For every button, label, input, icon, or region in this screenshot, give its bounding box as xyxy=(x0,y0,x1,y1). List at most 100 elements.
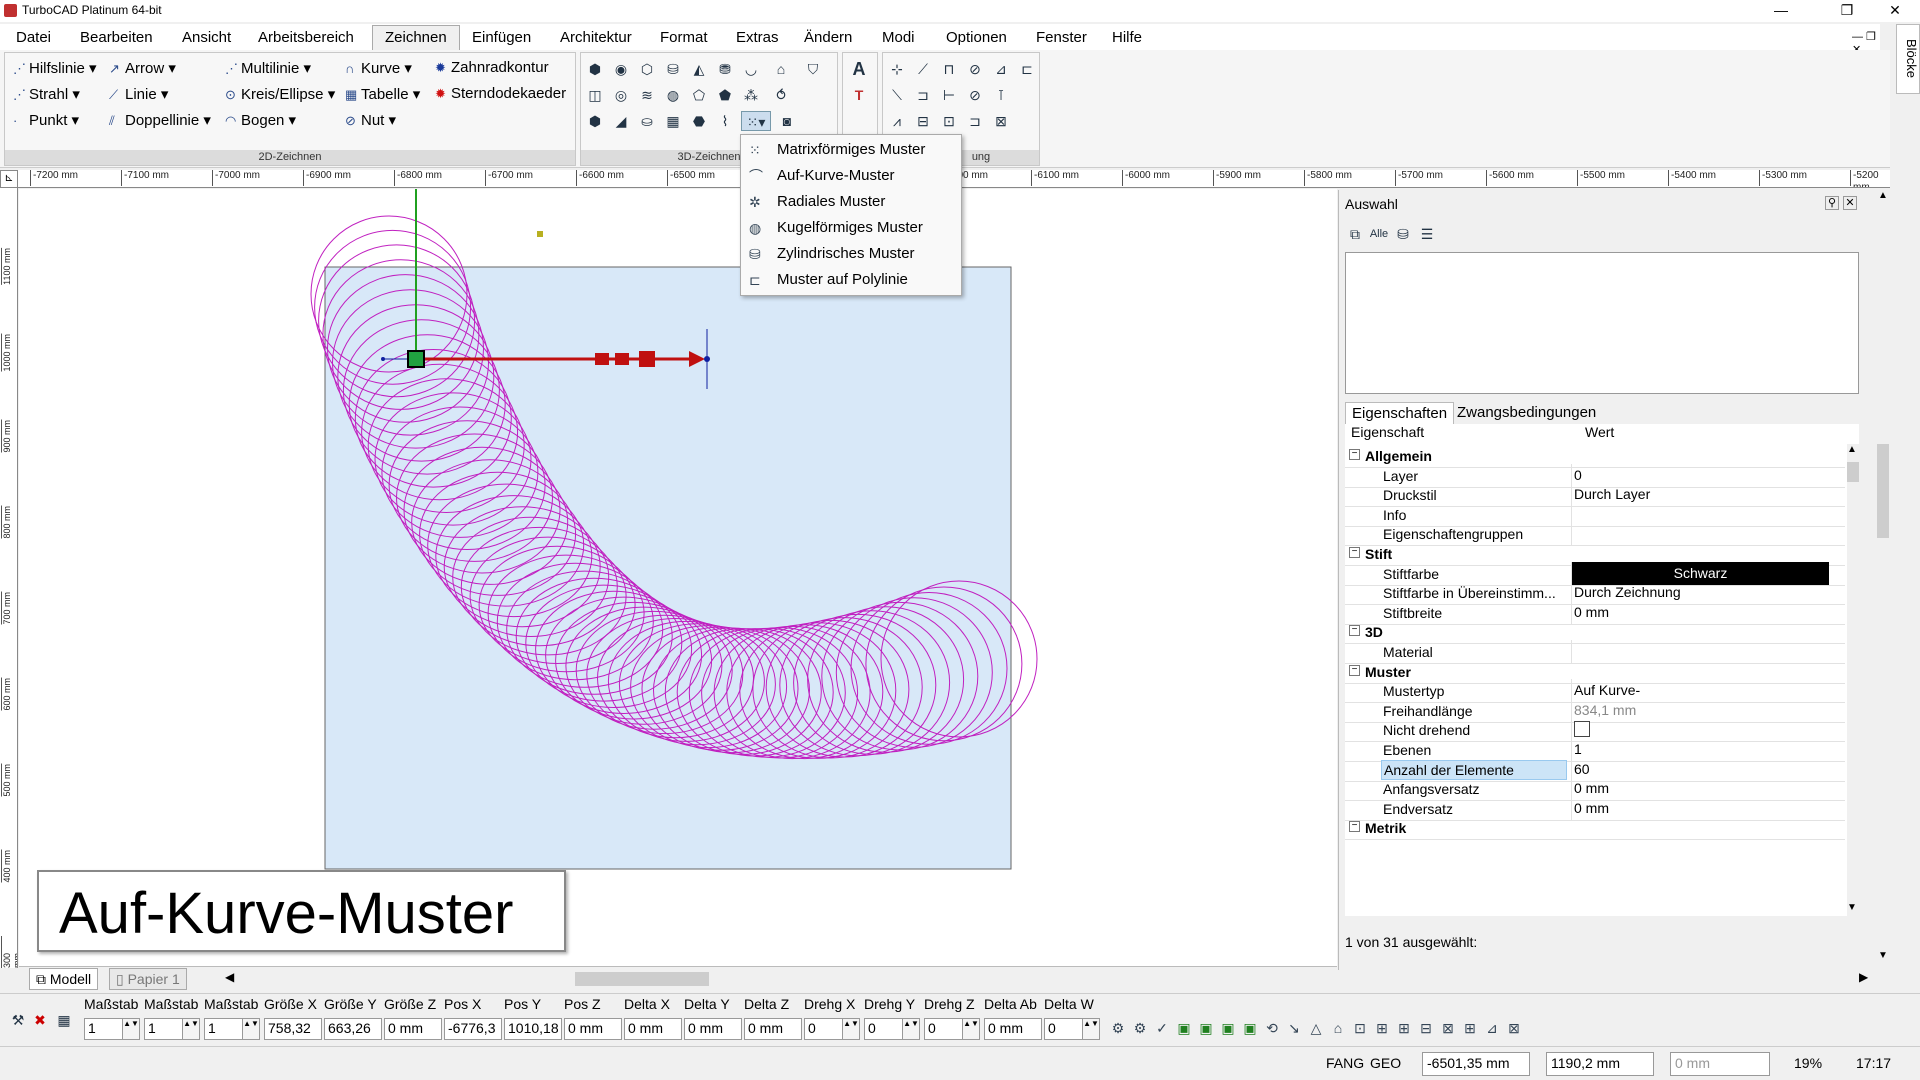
ball-icon[interactable]: ◍ xyxy=(663,85,683,105)
extrude-icon[interactable]: ⛃ xyxy=(715,59,735,79)
coord-input[interactable]: 1 xyxy=(204,1018,244,1040)
dim-2-icon[interactable]: ⟋ xyxy=(913,59,933,79)
select-filter-icon[interactable]: ⧉ xyxy=(1345,224,1365,244)
coord-input[interactable]: 1 xyxy=(84,1018,124,1040)
maximize-button[interactable]: ❐ xyxy=(1824,0,1870,22)
coord-tool-icon[interactable]: ⊟ xyxy=(1416,1018,1436,1038)
coord-input[interactable]: 0 mm xyxy=(624,1018,682,1040)
grid-scroll-down-icon[interactable]: ▼ xyxy=(1847,902,1857,913)
coord-tool-icon[interactable]: ⊠ xyxy=(1438,1018,1458,1038)
pattern-menu-item[interactable]: ⛁ Zylindrisches Muster xyxy=(741,241,961,267)
dim-1-icon[interactable]: ⊹ xyxy=(887,59,907,79)
dim-12-icon[interactable]: ⩘ xyxy=(887,111,907,131)
table-mode-icon[interactable]: ▦ xyxy=(54,1010,74,1030)
sweep-icon[interactable]: ⥀ xyxy=(771,85,791,105)
hscroll-right-icon[interactable]: ▶ xyxy=(1859,970,1868,984)
wedge-icon[interactable]: ◭ xyxy=(689,59,709,79)
status-fang[interactable]: FANG xyxy=(1326,1055,1364,1071)
tab-modell[interactable]: ⧉ Modell xyxy=(29,968,99,990)
close-button[interactable]: ✕ xyxy=(1872,0,1918,22)
coord-input[interactable]: 0 mm xyxy=(684,1018,742,1040)
dim-8-icon[interactable]: ⊐ xyxy=(913,85,933,105)
dim-15-icon[interactable]: ⊐ xyxy=(965,111,985,131)
dim-14-icon[interactable]: ⊡ xyxy=(939,111,959,131)
hilfslinie-button[interactable]: ⋰ Hilfslinie ▾ xyxy=(13,59,97,77)
spring-icon[interactable]: ⌇ xyxy=(715,111,735,131)
revolve-icon[interactable]: ◡ xyxy=(741,59,761,79)
stairs-icon[interactable]: ≋ xyxy=(637,85,657,105)
panel-pin-icon[interactable]: ⚲ xyxy=(1825,196,1839,210)
box-icon[interactable]: ⬢ xyxy=(585,59,605,79)
coord-tool-icon[interactable]: ▣ xyxy=(1218,1018,1238,1038)
menu-hilfe[interactable]: Hilfe xyxy=(1112,29,1142,46)
grid-scroll-thumb[interactable] xyxy=(1847,462,1859,482)
coord-input[interactable]: 1 xyxy=(144,1018,184,1040)
doppellinie-button[interactable]: ⫽ Doppellinie ▾ xyxy=(109,111,211,129)
coord-input[interactable]: 0 xyxy=(924,1018,964,1040)
solid-icon[interactable]: ⬢ xyxy=(585,111,605,131)
linie-button[interactable]: ⟋ Linie ▾ xyxy=(109,85,168,103)
drawing-area[interactable] xyxy=(19,189,1337,966)
coord-tool-icon[interactable]: ⚙ xyxy=(1108,1018,1128,1038)
pattern-menu-item[interactable]: ✲ Radiales Muster xyxy=(741,189,961,215)
gizmo-handle-2[interactable] xyxy=(615,353,629,365)
coord-tool-icon[interactable]: ⊞ xyxy=(1372,1018,1392,1038)
coord-input[interactable]: 758,32 xyxy=(264,1018,322,1040)
text-style-icon[interactable]: T xyxy=(849,85,869,105)
dim-7-icon[interactable]: ⟍ xyxy=(887,85,907,105)
gizmo-handle-1[interactable] xyxy=(595,353,609,365)
vscroll-thumb[interactable] xyxy=(1877,444,1889,538)
zahnradkontur-button[interactable]: ✹ Zahnradkontur xyxy=(435,59,549,76)
drawing-vscroll[interactable]: ▲ ▼ xyxy=(1876,190,1890,966)
coord-tool-icon[interactable]: ⚙ xyxy=(1130,1018,1150,1038)
coord-input[interactable]: 0 mm xyxy=(984,1018,1042,1040)
menu-bearbeiten[interactable]: Bearbeiten xyxy=(80,29,153,46)
menu-modi[interactable]: Modi xyxy=(882,29,915,46)
grid-icon[interactable]: ▦ xyxy=(663,111,683,131)
hscroll-thumb[interactable] xyxy=(575,972,709,986)
coord-tool-icon[interactable]: ✓ xyxy=(1152,1018,1172,1038)
property-category[interactable]: − Metrik xyxy=(1345,816,1845,841)
pattern-dropdown-button[interactable]: ⁙▾ xyxy=(741,111,771,131)
sterndodekaeder-button[interactable]: ✹ Sterndodekaeder xyxy=(435,85,566,102)
spinner-icon[interactable]: ▲▼ xyxy=(242,1018,260,1040)
arrow-button[interactable]: ↗ Arrow ▾ xyxy=(109,59,176,77)
menu-format[interactable]: Format xyxy=(660,29,708,46)
collapse-icon[interactable]: − xyxy=(1349,821,1360,833)
punkt-button[interactable]: · Punkt ▾ xyxy=(13,111,79,129)
pattern-menu-item[interactable]: ⌒ Auf-Kurve-Muster xyxy=(741,163,961,189)
coord-tool-icon[interactable]: △ xyxy=(1306,1018,1326,1038)
nut-button[interactable]: ⊘ Nut ▾ xyxy=(345,111,396,129)
multilinie-button[interactable]: ⋰ Multilinie ▾ xyxy=(225,59,311,77)
plate-icon[interactable]: ⬣ xyxy=(689,111,709,131)
coord-input[interactable]: 0 xyxy=(864,1018,904,1040)
tabelle-button[interactable]: ▦ Tabelle ▾ xyxy=(345,85,420,103)
spinner-icon[interactable]: ▲▼ xyxy=(962,1018,980,1040)
pattern-menu-item[interactable]: ⁙ Matrixförmiges Muster xyxy=(741,137,961,163)
coord-input[interactable]: 1010,18 xyxy=(504,1018,562,1040)
cancel-icon[interactable]: ✖ xyxy=(30,1010,50,1030)
spinner-icon[interactable]: ▲▼ xyxy=(182,1018,200,1040)
panel-close-icon[interactable]: ✕ xyxy=(1843,196,1857,210)
coord-tool-icon[interactable]: ⊡ xyxy=(1350,1018,1370,1038)
sheet-icon[interactable]: ⬠ xyxy=(689,85,709,105)
tab-eigenschaften[interactable]: Eigenschaften xyxy=(1345,402,1455,424)
selector-icon[interactable]: ⚒ xyxy=(8,1010,28,1030)
sphere-icon[interactable]: ◉ xyxy=(611,59,631,79)
gizmo-right-node[interactable] xyxy=(704,356,710,362)
drawing-canvas[interactable] xyxy=(19,189,1337,966)
shell-icon[interactable]: ⛉ xyxy=(803,59,823,79)
coord-tool-icon[interactable]: ▣ xyxy=(1174,1018,1194,1038)
torus-icon[interactable]: ◎ xyxy=(611,85,631,105)
coord-tool-icon[interactable]: ⊿ xyxy=(1482,1018,1502,1038)
bogen-button[interactable]: ◠ Bogen ▾ xyxy=(225,111,296,129)
coord-input[interactable]: 0 mm xyxy=(564,1018,622,1040)
ruler-corner[interactable]: ⊾ xyxy=(0,170,18,188)
dim-10-icon[interactable]: ⊘ xyxy=(965,85,985,105)
menu-ansicht[interactable]: Ansicht xyxy=(182,29,231,46)
dim-4-icon[interactable]: ⊘ xyxy=(965,59,985,79)
spinner-icon[interactable]: ▲▼ xyxy=(122,1018,140,1040)
loft-icon[interactable]: ⌂ xyxy=(771,59,791,79)
grid-scrollbar[interactable]: ▲ ▼ xyxy=(1847,444,1859,916)
pattern-menu-item[interactable]: ⊏ Muster auf Polylinie xyxy=(741,267,961,293)
